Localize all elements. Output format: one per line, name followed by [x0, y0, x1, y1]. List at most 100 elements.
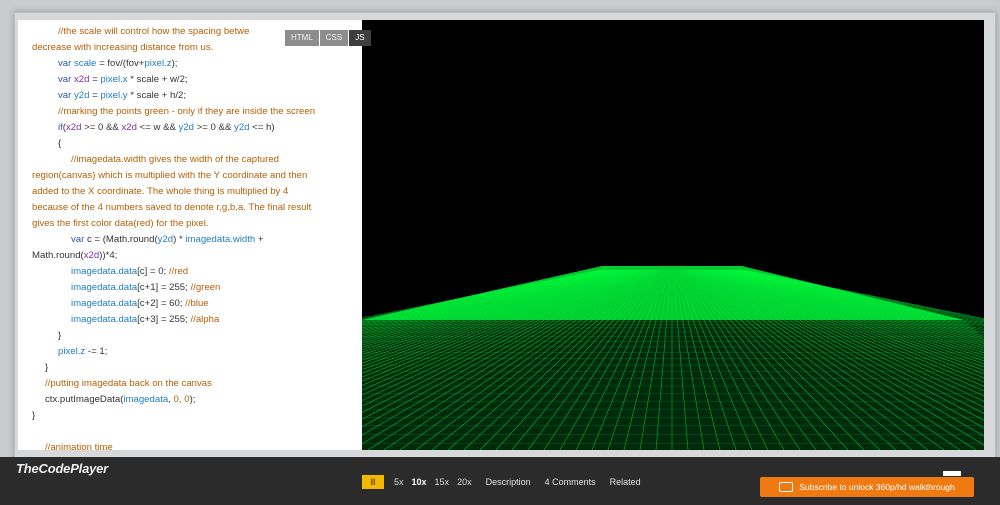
code-token: //the scale will control how the spacing… [58, 26, 250, 37]
code-token: scale [74, 58, 97, 69]
code-content: //the scale will control how the spacing… [32, 24, 362, 450]
code-token: y2d [74, 90, 90, 101]
code-token: Math.round( [32, 250, 84, 261]
code-token: added to the X coordinate. The whole thi… [32, 186, 289, 197]
code-token: 0, 0 [173, 394, 190, 405]
code-token: //alpha [190, 314, 220, 325]
code-token: imagedata.data [71, 282, 138, 293]
code-line: imagedata.data[c+3] = 255; //alpha [32, 312, 362, 328]
code-token: x2d [121, 122, 137, 133]
code-token: y2d [234, 122, 250, 133]
speed-20x[interactable]: 20x [457, 477, 472, 487]
code-line: imagedata.data[c+2] = 60; //blue [32, 296, 362, 312]
code-token: >= 0 && [81, 122, 122, 133]
code-token: [c+2] = 60; [137, 298, 186, 309]
code-token: y2d [157, 234, 174, 245]
speed-5x[interactable]: 5x [394, 477, 404, 487]
code-line: var scale = fov/(fov+pixel.z); [32, 56, 362, 72]
code-token: pixel.y [100, 90, 128, 101]
code-line: } [32, 360, 362, 376]
code-line: Math.round(x2d))*4; [32, 248, 362, 264]
code-token: c = (Math.round( [87, 234, 158, 245]
code-token: //green [190, 282, 221, 293]
code-token: ); [189, 394, 196, 405]
tab-js[interactable]: JS [349, 30, 371, 46]
code-token: = [89, 74, 101, 85]
code-token: //putting imagedata back on the canvas [45, 378, 212, 389]
code-token: //blue [185, 298, 209, 309]
comments-link[interactable]: 4 Comments [545, 477, 596, 487]
code-token: y2d [178, 122, 195, 133]
code-token: { [58, 138, 62, 149]
code-token: [c+3] = 255; [137, 314, 191, 325]
code-token: //imagedata.width gives the width of the… [71, 154, 279, 165]
playback-controls: II 5x 10x 15x 20x Description 4 Comments… [362, 474, 655, 490]
code-token: -= 1; [85, 346, 108, 357]
code-token: imagedata.width [185, 234, 256, 245]
related-link[interactable]: Related [610, 477, 641, 487]
code-line: added to the X coordinate. The whole thi… [32, 184, 362, 200]
code-token: ))*4; [99, 250, 118, 261]
code-token: imagedata.data [71, 314, 138, 325]
code-token: pixel.z [58, 346, 86, 357]
code-token: ) * [173, 234, 186, 245]
code-line: //marking the points green - only if the… [32, 104, 362, 120]
speed-10x[interactable]: 10x [412, 477, 427, 487]
code-token: } [45, 362, 49, 373]
code-token: region(canvas) which is multiplied with … [32, 170, 308, 181]
subscribe-label: Subscribe to unlock 360p/hd walkthrough [799, 482, 955, 492]
subscribe-button[interactable]: Subscribe to unlock 360p/hd walkthrough [760, 477, 974, 497]
code-token: = [89, 90, 101, 101]
code-token: var [58, 74, 74, 85]
code-token: } [32, 410, 36, 421]
code-line: gives the first color data(red) for the … [32, 216, 362, 232]
code-line: //imagedata.width gives the width of the… [32, 152, 362, 168]
code-token: var [58, 90, 74, 101]
code-line: //putting imagedata back on the canvas [32, 376, 362, 392]
code-token: //animation time [45, 442, 113, 450]
code-token: //marking the points green - only if the… [58, 106, 316, 117]
code-token: //red [168, 266, 189, 277]
code-token: pixel.z [144, 58, 172, 69]
code-line: { [32, 136, 362, 152]
code-token: + [255, 234, 264, 245]
code-token: imagedata.data [71, 266, 138, 277]
code-token: * scale + h/2; [127, 90, 187, 101]
code-token: <= h) [249, 122, 275, 133]
code-token: x2d [83, 250, 100, 261]
language-tabs: HTML CSS JS [284, 30, 371, 46]
code-token: var [71, 234, 87, 245]
code-line: pixel.z -= 1; [32, 344, 362, 360]
code-line: region(canvas) which is multiplied with … [32, 168, 362, 184]
pause-button[interactable]: II [362, 475, 384, 489]
code-line: var y2d = pixel.y * scale + h/2; [32, 88, 362, 104]
code-line: var x2d = pixel.x * scale + w/2; [32, 72, 362, 88]
logo[interactable]: TheCodePlayer [16, 461, 108, 476]
code-token: = fov/(fov+ [96, 58, 145, 69]
code-token: x2d [66, 122, 82, 133]
code-token: <= w && [136, 122, 179, 133]
code-token: [c] = 0; [137, 266, 169, 277]
code-token: pixel.x [100, 74, 128, 85]
code-line: imagedata.data[c+1] = 255; //green [32, 280, 362, 296]
output-canvas[interactable] [362, 20, 984, 450]
code-token: ); [171, 58, 178, 69]
speed-15x[interactable]: 15x [435, 477, 450, 487]
tab-css[interactable]: CSS [319, 30, 349, 46]
tab-html[interactable]: HTML [285, 30, 319, 46]
code-line: ctx.putImageData(imagedata, 0, 0); [32, 392, 362, 408]
video-icon [779, 481, 794, 492]
code-token: gives the first color data(red) for the … [32, 218, 209, 229]
description-link[interactable]: Description [486, 477, 531, 487]
code-token: imagedata [123, 394, 169, 405]
code-line: if(x2d >= 0 && x2d <= w && y2d >= 0 && y… [32, 120, 362, 136]
ground-fill [362, 320, 984, 450]
code-token: * scale + w/2; [127, 74, 188, 85]
code-editor[interactable]: //the scale will control how the spacing… [18, 20, 363, 450]
code-line: //animation time [32, 440, 362, 450]
code-token: because of the 4 numbers saved to denote… [32, 202, 312, 213]
code-token: >= 0 && [194, 122, 235, 133]
progress-bar[interactable] [943, 471, 961, 476]
code-token: var [58, 58, 74, 69]
